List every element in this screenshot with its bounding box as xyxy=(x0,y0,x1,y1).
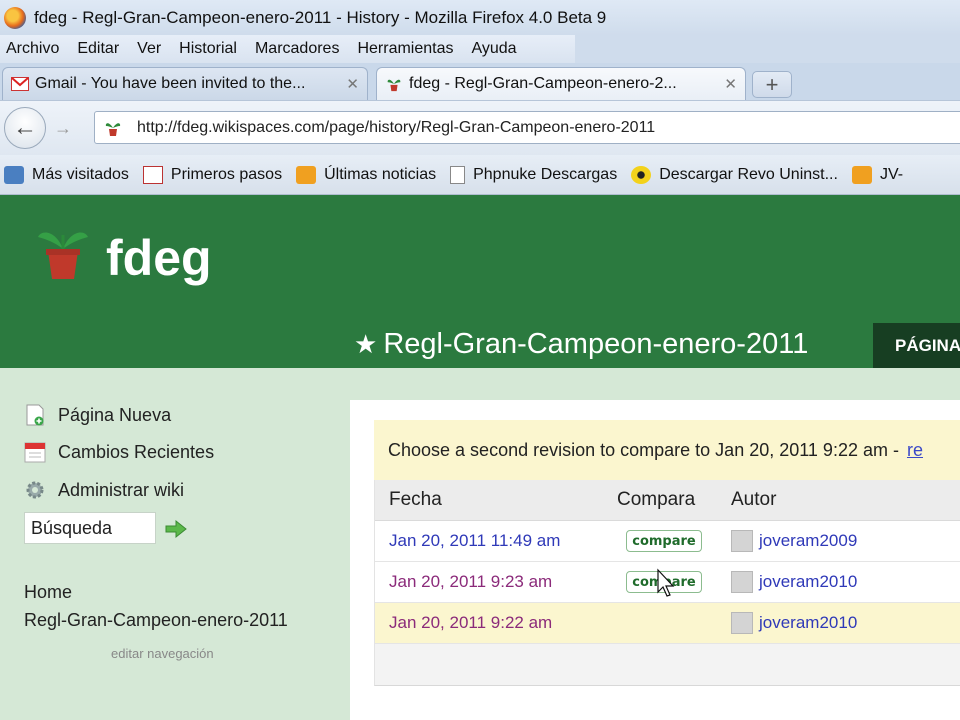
bookmark-label: Más visitados xyxy=(32,165,129,183)
rss-feed-icon xyxy=(851,165,872,184)
revision-date-link[interactable]: Jan 20, 2011 9:23 am xyxy=(389,572,552,592)
table-row-selected: Jan 20, 2011 9:22 am joveram2010 xyxy=(375,603,960,644)
close-tab-icon[interactable]: ✕ xyxy=(724,75,737,93)
bookmark-mas-visitados[interactable]: Más visitados xyxy=(4,165,129,184)
menu-ver[interactable]: Ver xyxy=(137,40,161,58)
bookmarks-toolbar: Más visitados Primeros pasos Últimas not… xyxy=(0,155,960,195)
plant-pot-icon xyxy=(105,122,121,136)
news-icon xyxy=(142,165,163,184)
avatar xyxy=(731,571,753,593)
address-bar[interactable] xyxy=(94,111,960,144)
menu-marcadores[interactable]: Marcadores xyxy=(255,40,339,58)
gmail-icon xyxy=(11,77,29,91)
bookmark-label: Descargar Revo Uninst... xyxy=(659,165,838,183)
tab-pagina[interactable]: PÁGINA xyxy=(873,323,960,368)
nav-link-page[interactable]: Regl-Gran-Campeon-enero-2011 xyxy=(24,610,288,631)
menu-editar[interactable]: Editar xyxy=(77,40,119,58)
new-tab-button[interactable]: + xyxy=(752,71,792,98)
bookmark-phpnuke-descargas[interactable]: Phpnuke Descargas xyxy=(450,165,618,184)
gear-icon xyxy=(26,481,44,499)
tab-fdeg-history[interactable]: fdeg - Regl-Gran-Campeon-enero-2... ✕ xyxy=(376,67,746,100)
menu-herramientas[interactable]: Herramientas xyxy=(357,40,453,58)
menu-archivo[interactable]: Archivo xyxy=(6,40,59,58)
column-header-autor: Autor xyxy=(731,489,777,510)
avatar xyxy=(731,530,753,552)
wiki-header: fdeg ★ Regl-Gran-Campeon-enero-2011 PÁGI… xyxy=(0,195,960,368)
author-link[interactable]: joveram2010 xyxy=(759,572,857,592)
tab-strip: Gmail - You have been invited to the... … xyxy=(0,63,960,100)
bookmark-primeros-pasos[interactable]: Primeros pasos xyxy=(142,165,283,184)
bookmark-descargar-revo[interactable]: Descargar Revo Uninst... xyxy=(631,165,838,184)
search-page-icon xyxy=(4,165,24,184)
bookmark-label: JV- xyxy=(879,165,904,183)
tab-gmail[interactable]: Gmail - You have been invited to the... … xyxy=(2,67,368,100)
sidebar-item-administrar-wiki[interactable]: Administrar wiki xyxy=(24,479,184,501)
column-header-compara: Compara xyxy=(617,489,696,510)
bookmark-label: Phpnuke Descargas xyxy=(473,165,618,183)
titlebar-filler xyxy=(575,35,960,63)
avatar xyxy=(731,612,753,634)
plant-pot-icon xyxy=(387,79,401,92)
close-tab-icon[interactable]: ✕ xyxy=(346,75,359,93)
author-link[interactable]: joveram2010 xyxy=(759,613,857,633)
wiki-name[interactable]: fdeg xyxy=(106,229,212,287)
plant-pot-logo-icon[interactable] xyxy=(36,223,90,281)
new-page-icon xyxy=(26,404,44,426)
tab-title: fdeg - Regl-Gran-Campeon-enero-2... xyxy=(409,75,677,92)
window-titlebar: fdeg - Regl-Gran-Campeon-enero-2011 - Hi… xyxy=(0,0,960,35)
bookmark-ultimas-noticias[interactable]: Últimas noticias xyxy=(296,165,437,184)
revision-date-link[interactable]: Jan 20, 2011 11:49 am xyxy=(389,531,560,551)
edit-navigation-link[interactable]: editar navegación xyxy=(111,646,214,661)
compare-button[interactable]: compare xyxy=(626,530,702,552)
forward-button[interactable]: → xyxy=(50,117,76,139)
menu-bar: Archivo Editar Ver Historial Marcadores … xyxy=(0,35,575,63)
firefox-logo-icon xyxy=(4,6,26,29)
arrow-left-icon: ← xyxy=(13,114,37,141)
history-table-header: Fecha Compara Autor xyxy=(375,480,960,521)
compare-notice: Choose a second revision to compare to J… xyxy=(374,420,960,480)
mouse-cursor-icon xyxy=(657,568,675,597)
revision-date-link[interactable]: Jan 20, 2011 9:22 am xyxy=(389,613,552,633)
star-icon[interactable]: ★ xyxy=(354,329,377,360)
page-title-text: Regl-Gran-Campeon-enero-2011 xyxy=(383,328,809,360)
menu-ayuda[interactable]: Ayuda xyxy=(471,40,516,58)
rss-feed-icon xyxy=(296,165,317,184)
menu-historial[interactable]: Historial xyxy=(179,40,237,58)
page-body: Página Nueva Cambios Recientes Administr… xyxy=(0,368,960,720)
calendar-icon xyxy=(24,442,46,463)
radiation-icon xyxy=(631,165,652,184)
blank-page-icon xyxy=(450,165,466,184)
tab-title: Gmail - You have been invited to the... xyxy=(35,75,306,92)
page-title: ★ Regl-Gran-Campeon-enero-2011 xyxy=(354,328,808,361)
table-row: Jan 20, 2011 11:49 am compare joveram200… xyxy=(375,521,960,562)
sidebar-item-label: Administrar wiki xyxy=(58,479,185,500)
url-input[interactable] xyxy=(137,118,897,137)
notice-link[interactable]: re xyxy=(907,440,923,461)
sidebar-item-pagina-nueva[interactable]: Página Nueva xyxy=(24,404,171,426)
bookmark-label: Primeros pasos xyxy=(170,165,283,183)
search-go-arrow-icon[interactable] xyxy=(164,518,188,540)
nav-link-home[interactable]: Home xyxy=(24,582,72,603)
search-input[interactable] xyxy=(24,512,156,544)
back-button[interactable]: ← xyxy=(4,107,46,149)
navigation-toolbar: ← → xyxy=(0,100,960,155)
author-link[interactable]: joveram2009 xyxy=(759,531,857,551)
window-title: fdeg - Regl-Gran-Campeon-enero-2011 - Hi… xyxy=(34,7,607,27)
sidebar-item-label: Cambios Recientes xyxy=(58,441,215,462)
column-header-fecha: Fecha xyxy=(389,489,442,510)
sidebar-item-label: Página Nueva xyxy=(58,404,172,425)
main-content: Choose a second revision to compare to J… xyxy=(350,400,960,720)
bookmark-label: Últimas noticias xyxy=(324,165,437,183)
sidebar-item-cambios-recientes[interactable]: Cambios Recientes xyxy=(24,441,214,463)
bookmark-jv[interactable]: JV- xyxy=(851,165,904,184)
notice-text: Choose a second revision to compare to J… xyxy=(388,439,899,460)
arrow-right-icon: → xyxy=(54,117,72,138)
